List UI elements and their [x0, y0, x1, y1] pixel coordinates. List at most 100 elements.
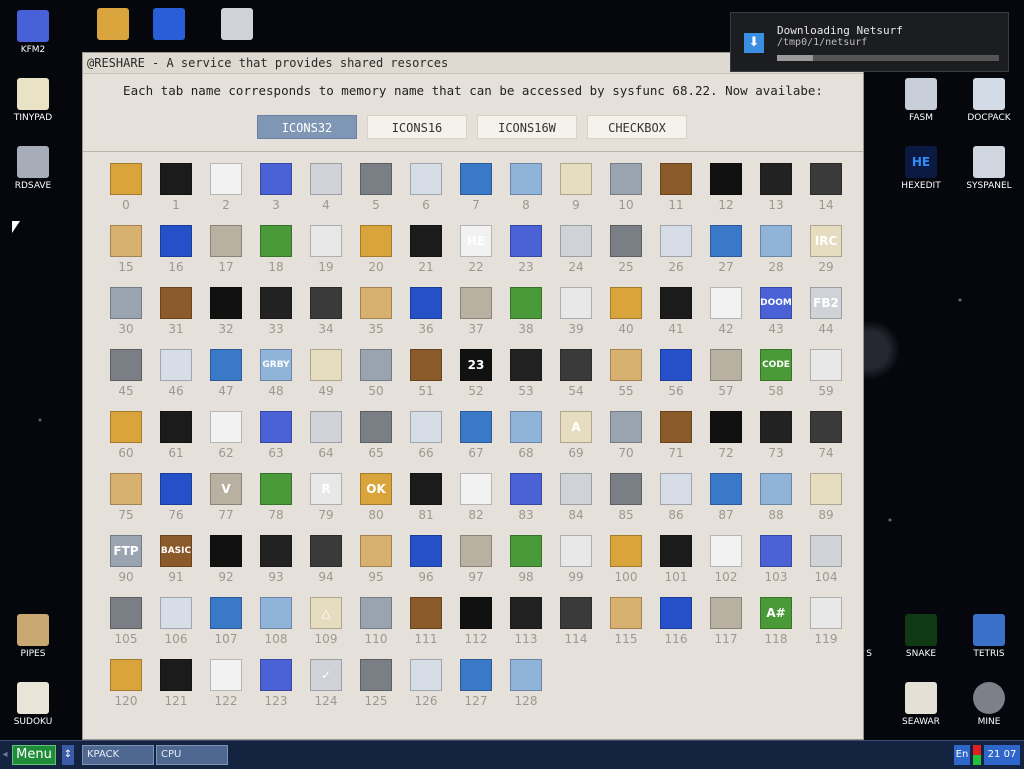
tab-checkbox[interactable]: CHECKBOX: [587, 115, 687, 139]
icon-cell[interactable]: 100: [601, 533, 651, 595]
icon-cell[interactable]: 15: [101, 223, 151, 285]
taskbar-left-arrow-icon[interactable]: ◂: [2, 745, 8, 765]
icon-cell[interactable]: 95: [351, 533, 401, 595]
icon-cell[interactable]: 40: [601, 285, 651, 347]
task-kpack[interactable]: KPACK: [82, 745, 154, 765]
icon-cell[interactable]: 114: [551, 595, 601, 657]
desktop-board-icon[interactable]: [138, 8, 200, 43]
icon-cell[interactable]: 62: [201, 409, 251, 471]
icon-cell[interactable]: 6: [401, 161, 451, 223]
icon-cell[interactable]: 23 52: [451, 347, 501, 409]
icon-cell[interactable]: FB2 44: [801, 285, 851, 347]
icon-cell[interactable]: 98: [501, 533, 551, 595]
icon-cell[interactable]: 111: [401, 595, 451, 657]
icon-cell[interactable]: 11: [651, 161, 701, 223]
icon-cell[interactable]: 104: [801, 533, 851, 595]
icon-cell[interactable]: 10: [601, 161, 651, 223]
icon-cell[interactable]: 67: [451, 409, 501, 471]
icon-cell[interactable]: 23: [501, 223, 551, 285]
icon-cell[interactable]: 119: [801, 595, 851, 657]
icon-cell[interactable]: 34: [301, 285, 351, 347]
icon-cell[interactable]: 28: [751, 223, 801, 285]
icon-cell[interactable]: 127: [451, 657, 501, 719]
icon-cell[interactable]: 3: [251, 161, 301, 223]
clock[interactable]: 21 07: [984, 745, 1020, 765]
desktop-fasm[interactable]: FASM: [890, 78, 952, 123]
icon-cell[interactable]: 71: [651, 409, 701, 471]
icon-cell[interactable]: 49: [301, 347, 351, 409]
icon-cell[interactable]: 68: [501, 409, 551, 471]
icon-cell[interactable]: 70: [601, 409, 651, 471]
desktop-sudoku[interactable]: SUDOKU: [2, 682, 64, 727]
desktop-mine[interactable]: MINE: [958, 682, 1020, 727]
desktop-folder-icon[interactable]: [82, 8, 144, 43]
icon-cell[interactable]: 84: [551, 471, 601, 533]
icon-cell[interactable]: 61: [151, 409, 201, 471]
icon-cell[interactable]: 17: [201, 223, 251, 285]
icon-cell[interactable]: 13: [751, 161, 801, 223]
icon-cell[interactable]: 120: [101, 657, 151, 719]
tab-icons32[interactable]: ICONS32: [257, 115, 357, 139]
icon-cell[interactable]: 18: [251, 223, 301, 285]
icon-cell[interactable]: ✓ 124: [301, 657, 351, 719]
icon-cell[interactable]: 37: [451, 285, 501, 347]
icon-cell[interactable]: R 79: [301, 471, 351, 533]
icon-cell[interactable]: 41: [651, 285, 701, 347]
icon-cell[interactable]: 81: [401, 471, 451, 533]
icon-cell[interactable]: 4: [301, 161, 351, 223]
icon-cell[interactable]: HE 22: [451, 223, 501, 285]
icon-cell[interactable]: 103: [751, 533, 801, 595]
task-cpu[interactable]: CPU: [156, 745, 228, 765]
icon-cell[interactable]: 102: [701, 533, 751, 595]
icon-cell[interactable]: △ 109: [301, 595, 351, 657]
download-notification[interactable]: ⬇ Downloading Netsurf /tmp0/1/netsurf: [730, 12, 1009, 72]
desktop-hexedit[interactable]: HE HEXEDIT: [890, 146, 952, 191]
desktop-tetris[interactable]: TETRIS: [958, 614, 1020, 659]
icon-cell[interactable]: 1: [151, 161, 201, 223]
icon-cell[interactable]: 60: [101, 409, 151, 471]
icon-cell[interactable]: FTP 90: [101, 533, 151, 595]
icon-cell[interactable]: 54: [551, 347, 601, 409]
desktop-syspanel[interactable]: SYSPANEL: [958, 146, 1020, 191]
icon-cell[interactable]: 47: [201, 347, 251, 409]
icon-cell[interactable]: 115: [601, 595, 651, 657]
icon-cell[interactable]: 97: [451, 533, 501, 595]
icon-cell[interactable]: 78: [251, 471, 301, 533]
tab-icons16[interactable]: ICONS16: [367, 115, 467, 139]
icon-cell[interactable]: 105: [101, 595, 151, 657]
icon-cell[interactable]: 19: [301, 223, 351, 285]
icon-cell[interactable]: OK 80: [351, 471, 401, 533]
icon-cell[interactable]: 116: [651, 595, 701, 657]
icon-cell[interactable]: 46: [151, 347, 201, 409]
icon-cell[interactable]: 122: [201, 657, 251, 719]
icon-cell[interactable]: 35: [351, 285, 401, 347]
icon-cell[interactable]: 36: [401, 285, 451, 347]
icon-cell[interactable]: 50: [351, 347, 401, 409]
icon-cell[interactable]: DOOM 43: [751, 285, 801, 347]
icon-cell[interactable]: 55: [601, 347, 651, 409]
desktop-rdsave[interactable]: RDSAVE: [2, 146, 64, 191]
icon-cell[interactable]: 2: [201, 161, 251, 223]
icon-cell[interactable]: 85: [601, 471, 651, 533]
icon-cell[interactable]: 86: [651, 471, 701, 533]
desktop-pipes[interactable]: PIPES: [2, 614, 64, 659]
icon-cell[interactable]: 12: [701, 161, 751, 223]
icon-cell[interactable]: 5: [351, 161, 401, 223]
icon-cell[interactable]: 14: [801, 161, 851, 223]
icon-cell[interactable]: 113: [501, 595, 551, 657]
icon-cell[interactable]: 75: [101, 471, 151, 533]
taskbar-switch-icon[interactable]: ↕: [62, 745, 74, 765]
icon-cell[interactable]: 27: [701, 223, 751, 285]
desktop-seawar[interactable]: SEAWAR: [890, 682, 952, 727]
icon-cell[interactable]: 99: [551, 533, 601, 595]
icon-cell[interactable]: 117: [701, 595, 751, 657]
icon-cell[interactable]: 126: [401, 657, 451, 719]
icon-cell[interactable]: 106: [151, 595, 201, 657]
icon-cell[interactable]: A 69: [551, 409, 601, 471]
icon-cell[interactable]: 30: [101, 285, 151, 347]
icon-cell[interactable]: 66: [401, 409, 451, 471]
icon-cell[interactable]: 125: [351, 657, 401, 719]
icon-cell[interactable]: 16: [151, 223, 201, 285]
icon-cell[interactable]: 83: [501, 471, 551, 533]
icon-cell[interactable]: 39: [551, 285, 601, 347]
